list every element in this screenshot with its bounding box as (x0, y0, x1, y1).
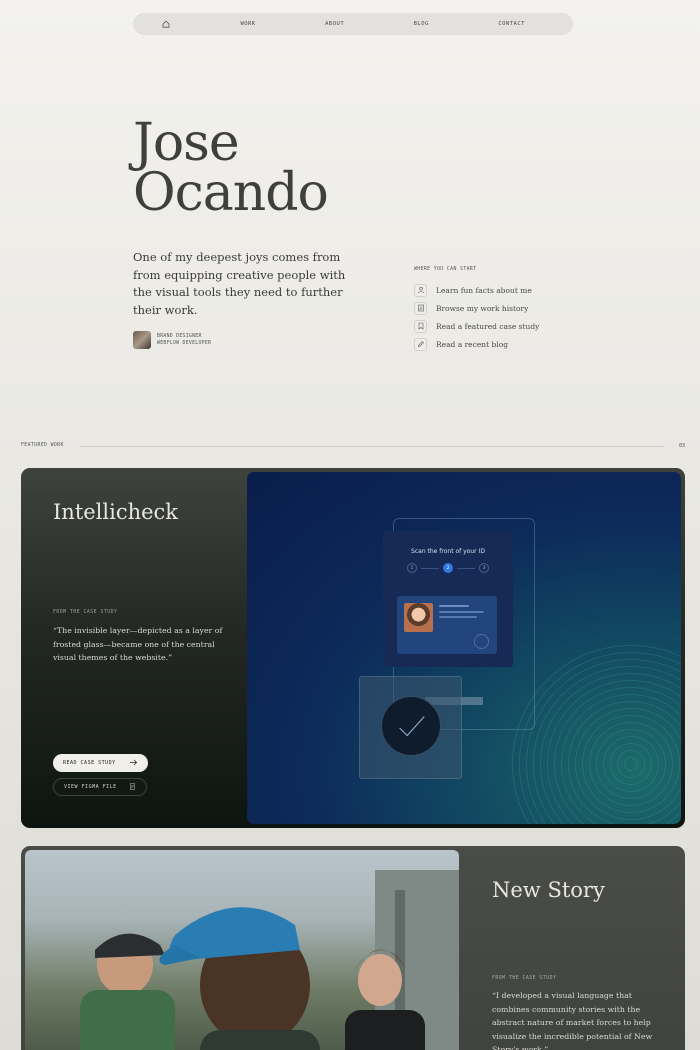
nav-contact[interactable]: CONTACT (498, 21, 525, 27)
bookmark-icon (414, 319, 427, 333)
id-card (397, 596, 497, 654)
divider (80, 446, 664, 447)
intellicheck-mockup-image: Scan the front of your ID 1 2 3 (247, 472, 681, 824)
hero-first-name: Jose (133, 113, 240, 173)
start-link-work-history[interactable]: Browse my work history (414, 299, 539, 317)
card-title: New Story (492, 878, 605, 902)
where-to-start-heading: WHERE YOU CAN START (414, 267, 477, 272)
frosted-glass-panel (359, 676, 462, 779)
home-icon[interactable] (161, 19, 171, 29)
start-link-fun-facts[interactable]: Learn fun facts about me (414, 281, 539, 299)
decorative-rings (511, 644, 681, 824)
people-photo-illustration (80, 870, 459, 1050)
nav-blog[interactable]: BLOG (414, 21, 429, 27)
start-link-label: Learn fun facts about me (436, 285, 532, 295)
id-seal (474, 634, 489, 649)
top-nav: WORK ABOUT BLOG CONTACT (133, 13, 573, 35)
step-2-active: 2 (443, 563, 453, 573)
case-study-quote: “I developed a visual language that comb… (492, 991, 653, 1050)
step-1: 1 (407, 563, 417, 573)
step-indicator: 1 2 3 (407, 563, 489, 573)
pencil-icon (414, 337, 427, 351)
start-link-label: Read a featured case study (436, 321, 540, 331)
button-label: READ CASE STUDY (63, 760, 116, 766)
arrow-right-icon (129, 759, 138, 768)
start-link-blog[interactable]: Read a recent blog (414, 335, 539, 353)
quote-label: FROM THE CASE STUDY (492, 976, 557, 981)
featured-work-label: FEATURED WORK (21, 443, 64, 448)
hero-name: Jose Ocando (133, 113, 329, 223)
role-webflow-developer: WEBFLOW DEVELOPER (157, 341, 212, 346)
start-link-label: Read a recent blog (436, 339, 509, 349)
avatar (133, 331, 151, 349)
card-title: Intellicheck (53, 500, 179, 524)
start-link-case-study[interactable]: Read a featured case study (414, 317, 539, 335)
scan-instruction: Scan the front of your ID (411, 548, 485, 555)
featured-count: 03 (678, 443, 685, 449)
author-roles: BRAND DESIGNER WEBFLOW DEVELOPER (157, 333, 211, 347)
hero-intro: One of my deepest joys comes from from e… (133, 250, 346, 317)
case-study-quote: “The invisible layer—depicted as a layer… (53, 626, 223, 662)
view-figma-file-button[interactable]: VIEW FIGMA FILE (53, 778, 147, 796)
button-label: VIEW FIGMA FILE (64, 784, 117, 790)
document-icon (414, 301, 427, 315)
case-study-card-new-story: New Story FROM THE CASE STUDY “I develop… (21, 846, 685, 1050)
checkmark-icon (381, 696, 441, 756)
id-photo (404, 603, 433, 632)
step-3: 3 (479, 563, 489, 573)
author-badge: BRAND DESIGNER WEBFLOW DEVELOPER (133, 331, 211, 349)
hero-last-name: Ocando (133, 163, 329, 223)
role-brand-designer: BRAND DESIGNER (157, 334, 202, 339)
person-icon (414, 283, 427, 297)
file-icon (129, 782, 136, 792)
start-link-label: Browse my work history (436, 303, 529, 313)
where-to-start: WHERE YOU CAN START Learn fun facts abou… (414, 267, 539, 353)
read-case-study-button[interactable]: READ CASE STUDY (53, 754, 148, 772)
quote-label: FROM THE CASE STUDY (53, 610, 118, 615)
new-story-photo (25, 850, 459, 1050)
nav-work[interactable]: WORK (240, 21, 255, 27)
case-study-card-intellicheck: Intellicheck FROM THE CASE STUDY “The in… (21, 468, 685, 828)
nav-about[interactable]: ABOUT (325, 21, 344, 27)
id-scan-panel: Scan the front of your ID 1 2 3 (383, 531, 513, 667)
